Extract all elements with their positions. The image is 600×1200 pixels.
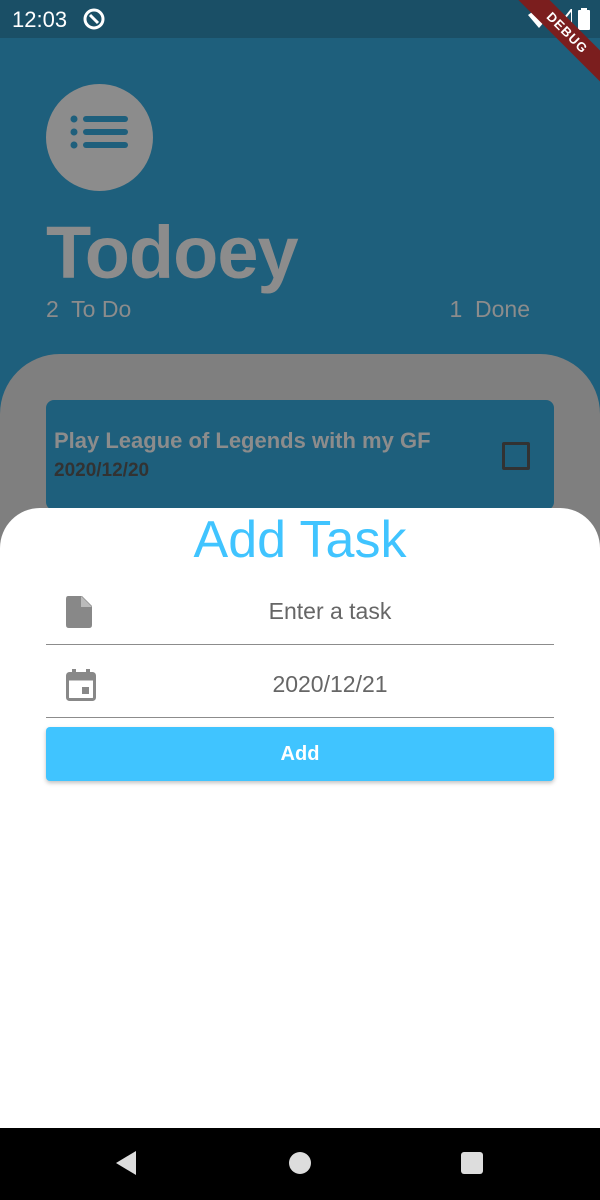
date-value[interactable]: 2020/12/21: [106, 671, 554, 698]
task-list-screen: Todoey 2 To Do 1 Done Play League of Leg…: [0, 38, 600, 654]
list-icon: [70, 115, 128, 149]
app-title: Todoey: [46, 211, 299, 294]
task-title: Play League of Legends with my GF: [54, 428, 431, 453]
status-time: 12:03: [12, 7, 68, 32]
status-bar: 12:03 DEBUG: [0, 0, 600, 94]
add-task-sheet: Add Task Enter a task 2020/12/21 Add: [0, 508, 600, 1128]
task-date: 2020/12/20: [54, 460, 150, 481]
date-field[interactable]: 2020/12/21: [46, 647, 554, 718]
add-button[interactable]: Add: [46, 727, 554, 781]
menu-button[interactable]: [46, 84, 153, 191]
sheet-title: Add Task: [193, 511, 407, 569]
task-input[interactable]: Enter a task: [106, 598, 554, 625]
done-count-value: 1: [449, 296, 463, 322]
battery-icon: [578, 8, 590, 30]
home-icon[interactable]: [287, 1150, 313, 1176]
task-field[interactable]: Enter a task: [46, 574, 554, 645]
task-checkbox[interactable]: [502, 442, 530, 470]
done-count: 1 Done: [449, 296, 530, 323]
todo-count-label: To Do: [71, 296, 132, 322]
done-count-label: Done: [475, 296, 530, 322]
calendar-icon: [66, 669, 96, 701]
task-card[interactable]: Play League of Legends with my GF 2020/1…: [46, 400, 554, 510]
back-icon[interactable]: [114, 1150, 138, 1176]
app-notification-icon: [83, 8, 105, 30]
file-icon: [66, 596, 92, 628]
todo-count-value: 2: [46, 296, 59, 322]
recents-icon[interactable]: [460, 1150, 484, 1176]
system-nav-bar: [0, 1128, 600, 1200]
todo-count: 2 To Do: [46, 296, 131, 323]
